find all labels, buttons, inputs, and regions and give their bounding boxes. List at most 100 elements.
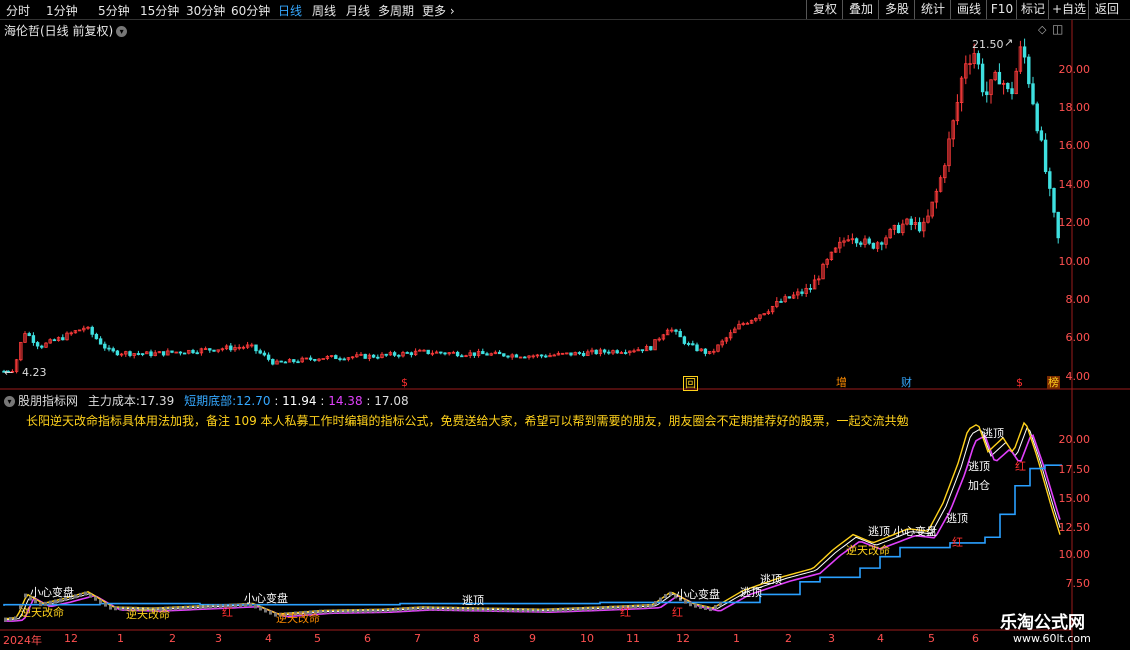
indicator-bar xyxy=(614,605,617,610)
event-marker-dollar-2[interactable]: $ xyxy=(1015,376,1024,389)
candle-body xyxy=(161,351,166,356)
candle-body xyxy=(439,351,443,354)
indicator-bar xyxy=(184,605,187,610)
candle-body xyxy=(371,354,376,358)
indicator-bar xyxy=(24,593,27,598)
candle-body xyxy=(997,71,1002,85)
indicator-bar xyxy=(344,609,347,614)
signal-escape-top-5: 逃顶 xyxy=(760,573,782,586)
ind-y-tick-20: 20.00 xyxy=(1058,433,1091,446)
candle-body xyxy=(976,53,981,65)
indicator-bar xyxy=(339,609,342,614)
x-label-17: 4 xyxy=(877,632,884,645)
signal-red-1: 红 xyxy=(1015,460,1026,473)
candle-body xyxy=(569,352,573,356)
signal-careful-1: 小心变盘 xyxy=(893,525,937,538)
candle-body xyxy=(136,353,141,355)
indicator-bar xyxy=(199,605,202,610)
indicator-bar xyxy=(414,606,417,611)
candle-body xyxy=(615,350,619,354)
candle-body xyxy=(854,238,859,244)
event-marker-finance[interactable]: 财 xyxy=(900,376,913,389)
candle-body xyxy=(980,63,985,93)
indicator-value-3: 11.94 xyxy=(282,394,317,408)
main-cost-value: 17.39 xyxy=(139,394,175,408)
candle-body xyxy=(397,354,401,357)
ind-y-tick-7-5: 7.50 xyxy=(1065,577,1091,590)
event-marker-rank[interactable]: 榜 xyxy=(1047,376,1060,389)
candle-body xyxy=(296,361,300,364)
event-marker-return[interactable]: 回 xyxy=(683,376,698,391)
signal-reversal-2: 逆天改命 xyxy=(126,608,170,621)
indicator-bar xyxy=(689,602,692,607)
candle-body xyxy=(1039,130,1044,141)
ma-yellow-line xyxy=(4,421,1061,620)
candle-body xyxy=(384,353,388,356)
indicator-bar xyxy=(9,617,12,622)
x-label-18: 5 xyxy=(928,632,935,645)
event-marker-dollar[interactable]: $ xyxy=(400,376,409,389)
indicator-bar xyxy=(704,605,707,610)
candle-body xyxy=(313,359,317,361)
signal-escape-top-6: 逃顶 xyxy=(740,586,762,599)
low-price-label: 4.23 xyxy=(22,366,47,379)
chevron-down-icon[interactable]: ▾ xyxy=(4,396,15,407)
candle-body xyxy=(497,351,502,355)
candle-body xyxy=(195,352,199,355)
candle-body xyxy=(460,355,464,358)
indicator-bar xyxy=(664,594,667,599)
high-arrow-icon: ↗ xyxy=(1004,36,1014,49)
indicator-bar xyxy=(404,607,407,612)
signal-red-2: 红 xyxy=(952,536,963,549)
candle-body xyxy=(35,342,40,347)
candle-body xyxy=(103,343,107,349)
candle-body xyxy=(191,349,195,354)
indicator-bar xyxy=(179,605,182,610)
watermark-name: 乐淘公式网 xyxy=(1000,613,1085,633)
indicator-bar xyxy=(359,608,362,613)
x-label-2: 1 xyxy=(117,632,124,645)
indicator-bar xyxy=(669,591,672,596)
indicator-bar xyxy=(654,601,657,606)
ind-y-tick-17-5: 17.50 xyxy=(1058,463,1091,476)
indicator-bar xyxy=(54,599,57,604)
candle-body xyxy=(338,358,342,361)
candle-body xyxy=(376,356,380,359)
x-label-9: 8 xyxy=(473,632,480,645)
indicator-bar xyxy=(504,607,507,612)
indicator-bar xyxy=(444,606,447,611)
candle-body xyxy=(502,353,506,357)
indicator-bar xyxy=(14,616,17,621)
indicator-bar xyxy=(334,609,337,614)
candle-body xyxy=(695,344,699,352)
signal-red-5: 红 xyxy=(222,606,233,619)
candle-body xyxy=(506,355,510,358)
stock-chart-canvas xyxy=(0,20,1130,650)
signal-escape-top-2: 逃顶 xyxy=(968,460,990,473)
indicator-bar xyxy=(364,608,367,613)
candle-body xyxy=(678,331,682,338)
indicator-bar xyxy=(424,606,427,611)
event-marker-increase[interactable]: 增 xyxy=(835,376,848,389)
ind-y-tick-10: 10.00 xyxy=(1058,548,1091,561)
indicator-bar xyxy=(239,603,242,608)
candle-body xyxy=(682,336,687,344)
candle-body xyxy=(229,345,233,351)
indicator-bar xyxy=(449,606,452,611)
candle-body xyxy=(867,238,871,244)
indicator-bar xyxy=(94,596,97,601)
indicator-bar xyxy=(384,608,387,613)
candle-body xyxy=(258,350,262,354)
candle-body xyxy=(1052,188,1056,213)
candle-body xyxy=(686,343,691,345)
indicator-bar xyxy=(434,606,437,611)
candle-body xyxy=(481,351,485,355)
candle-body xyxy=(212,349,216,352)
candle-body xyxy=(880,242,884,245)
x-label-4: 3 xyxy=(215,632,222,645)
candle-body xyxy=(107,347,111,350)
y-tick-8: 8.00 xyxy=(1065,293,1091,306)
main-cost-label: 主力成本: xyxy=(87,394,140,408)
indicator-bar xyxy=(204,604,207,609)
candle-body xyxy=(1031,83,1035,105)
